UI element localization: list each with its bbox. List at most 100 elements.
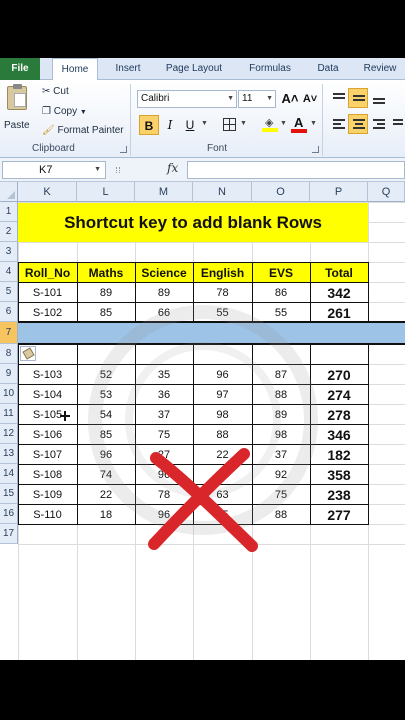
- row-header-13[interactable]: 13: [0, 444, 18, 464]
- score-cell[interactable]: 78: [193, 283, 252, 302]
- formula-bar-divider-dots: [116, 167, 120, 173]
- column-header-q[interactable]: Q: [368, 182, 405, 202]
- score-cell[interactable]: 89: [135, 283, 193, 302]
- italic-button[interactable]: I: [160, 115, 180, 135]
- align-center-icon[interactable]: [348, 114, 368, 134]
- chevron-down-icon: ▼: [227, 95, 234, 102]
- tab-home[interactable]: Home: [52, 58, 98, 81]
- total-cell[interactable]: 346: [310, 425, 368, 444]
- row-header-6[interactable]: 6: [0, 302, 18, 322]
- chevron-down-icon[interactable]: ▼: [310, 120, 317, 127]
- align-right-icon[interactable]: [368, 114, 388, 134]
- row-header-10[interactable]: 10: [0, 384, 18, 404]
- row-header-1[interactable]: 1: [0, 202, 18, 222]
- score-cell[interactable]: 55: [252, 303, 310, 322]
- score-cell[interactable]: 85: [77, 303, 135, 322]
- total-cell[interactable]: 261: [310, 303, 368, 322]
- total-cell[interactable]: 278: [310, 405, 368, 424]
- row-header-7[interactable]: 7: [0, 322, 18, 344]
- roll-no-cell[interactable]: S-110: [18, 505, 77, 524]
- total-cell[interactable]: 342: [310, 283, 368, 302]
- bold-button[interactable]: B: [139, 115, 159, 135]
- total-cell[interactable]: 238: [310, 485, 368, 504]
- roll-no-cell[interactable]: S-104: [18, 385, 77, 404]
- roll-no-cell[interactable]: S-102: [18, 303, 77, 322]
- total-cell[interactable]: 182: [310, 445, 368, 464]
- roll-no-cell[interactable]: S-108: [18, 465, 77, 484]
- column-header-roll-no[interactable]: Roll_No: [18, 263, 77, 282]
- row-header-5[interactable]: 5: [0, 282, 18, 302]
- font-family-select[interactable]: Calibri ▼: [137, 90, 237, 108]
- insert-function-icon[interactable]: fx: [167, 161, 178, 175]
- total-cell[interactable]: 277: [310, 505, 368, 524]
- copy-button[interactable]: ❐ Copy ▼: [42, 106, 87, 117]
- column-header-k[interactable]: K: [18, 182, 77, 202]
- paste-options-icon[interactable]: [20, 346, 36, 361]
- tab-data[interactable]: Data: [310, 58, 346, 80]
- total-cell[interactable]: 274: [310, 385, 368, 404]
- row-header-11[interactable]: 11: [0, 404, 18, 424]
- row-header-4[interactable]: 4: [0, 262, 18, 282]
- grow-font-icon[interactable]: A˄: [280, 89, 300, 109]
- total-cell[interactable]: 270: [310, 365, 368, 384]
- roll-no-cell[interactable]: S-101: [18, 283, 77, 302]
- column-header-english[interactable]: English: [193, 263, 252, 282]
- underline-button[interactable]: U: [180, 115, 200, 135]
- score-cell[interactable]: 89: [77, 283, 135, 302]
- tab-review[interactable]: Review: [356, 58, 404, 80]
- score-cell[interactable]: 18: [77, 505, 135, 524]
- name-box[interactable]: K7 ▼: [2, 161, 106, 179]
- tab-page-layout[interactable]: Page Layout: [160, 58, 228, 80]
- formula-input[interactable]: [187, 161, 405, 179]
- column-header-science[interactable]: Science: [135, 263, 193, 282]
- tab-formulas[interactable]: Formulas: [242, 58, 298, 80]
- table-border-v: [368, 262, 369, 322]
- fill-color-icon[interactable]: ◈: [262, 116, 278, 132]
- roll-no-cell[interactable]: S-106: [18, 425, 77, 444]
- tab-insert[interactable]: Insert: [108, 58, 148, 80]
- column-header-n[interactable]: N: [193, 182, 252, 202]
- score-cell[interactable]: 86: [252, 283, 310, 302]
- column-header-m[interactable]: M: [135, 182, 193, 202]
- row-header-2[interactable]: 2: [0, 222, 18, 242]
- row-header-12[interactable]: 12: [0, 424, 18, 444]
- row-header-3[interactable]: 3: [0, 242, 18, 262]
- dialog-launcher-icon[interactable]: [312, 146, 319, 153]
- row-header-17[interactable]: 17: [0, 524, 18, 544]
- row-header-16[interactable]: 16: [0, 504, 18, 524]
- row-header-9[interactable]: 9: [0, 364, 18, 384]
- borders-icon[interactable]: [223, 118, 236, 131]
- align-top-icon[interactable]: [328, 88, 348, 108]
- format-painter-button[interactable]: 🖌 Format Painter: [42, 125, 124, 136]
- chevron-down-icon[interactable]: ▼: [201, 120, 208, 127]
- tab-file[interactable]: File: [0, 58, 40, 80]
- roll-no-cell[interactable]: S-103: [18, 365, 77, 384]
- align-middle-icon[interactable]: [348, 88, 368, 108]
- font-size-select[interactable]: 11 ▼: [238, 90, 276, 108]
- row-header-8[interactable]: 8: [0, 344, 18, 364]
- total-cell[interactable]: 358: [310, 465, 368, 484]
- column-header-l[interactable]: L: [77, 182, 135, 202]
- column-header-evs[interactable]: EVS: [252, 263, 310, 282]
- paste-button[interactable]: Paste: [2, 84, 32, 136]
- roll-no-cell[interactable]: S-109: [18, 485, 77, 504]
- font-color-icon[interactable]: A: [291, 115, 307, 133]
- select-all-corner[interactable]: [0, 182, 18, 202]
- column-header-maths[interactable]: Maths: [77, 263, 135, 282]
- align-left-icon[interactable]: [328, 114, 348, 134]
- column-header-total[interactable]: Total: [310, 263, 368, 282]
- table-border-v: [18, 262, 19, 322]
- group-separator: [322, 84, 323, 156]
- shrink-font-icon[interactable]: A˅: [300, 89, 320, 109]
- align-bottom-icon[interactable]: [368, 88, 388, 108]
- dialog-launcher-icon[interactable]: [120, 146, 127, 153]
- cut-button[interactable]: ✂ Cut: [42, 86, 69, 97]
- roll-no-cell[interactable]: S-107: [18, 445, 77, 464]
- row-header-15[interactable]: 15: [0, 484, 18, 504]
- chevron-down-icon[interactable]: ▼: [240, 120, 247, 127]
- row-header-14[interactable]: 14: [0, 464, 18, 484]
- chevron-down-icon[interactable]: ▼: [280, 120, 287, 127]
- column-header-p[interactable]: P: [310, 182, 368, 202]
- column-header-o[interactable]: O: [252, 182, 310, 202]
- indent-icon[interactable]: [388, 114, 405, 134]
